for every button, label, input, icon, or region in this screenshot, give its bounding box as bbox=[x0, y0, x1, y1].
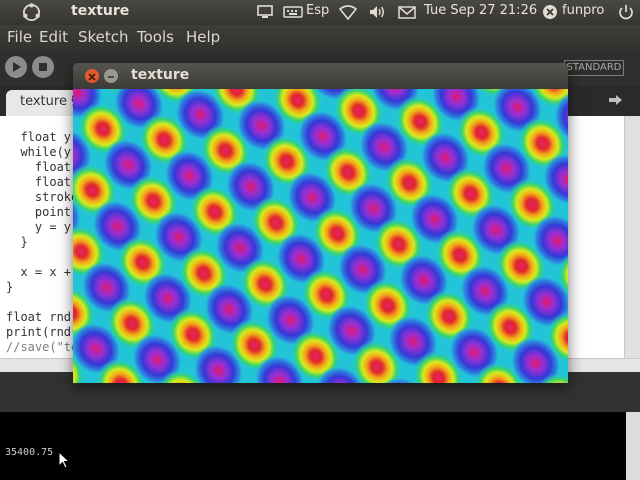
minimize-icon bbox=[108, 76, 114, 78]
ubuntu-logo-icon[interactable] bbox=[22, 3, 41, 22]
menu-bar: File Edit Sketch Tools Help bbox=[0, 25, 640, 50]
sketch-canvas[interactable] bbox=[73, 89, 568, 383]
tab-menu-arrow-icon[interactable] bbox=[606, 93, 624, 107]
keyboard-layout-indicator[interactable]: Esp bbox=[306, 3, 329, 18]
wifi-icon[interactable] bbox=[339, 4, 357, 20]
code-line: y = y bbox=[6, 220, 72, 234]
minimize-button[interactable] bbox=[104, 69, 118, 83]
user-name[interactable]: funpro bbox=[562, 3, 604, 18]
top-panel: texture Esp Tue Sep 27 21:26 funpro bbox=[0, 0, 640, 25]
sketch-window-titlebar[interactable]: texture bbox=[73, 63, 568, 89]
console[interactable] bbox=[0, 412, 626, 480]
close-icon bbox=[88, 73, 96, 81]
menu-edit[interactable]: Edit bbox=[39, 28, 68, 46]
mode-selector[interactable]: STANDARD bbox=[564, 60, 624, 76]
stop-icon bbox=[39, 63, 47, 71]
sketch-window-title: texture bbox=[131, 67, 190, 83]
editor-vertical-scrollbar[interactable] bbox=[624, 116, 640, 358]
stop-button[interactable] bbox=[32, 56, 54, 78]
code-line: print(rnd) bbox=[6, 325, 79, 339]
code-line: float rnd bbox=[6, 310, 72, 324]
code-line: //save("te bbox=[6, 340, 79, 354]
code-line: float bbox=[6, 175, 72, 189]
code-line: while(y bbox=[6, 145, 72, 159]
desktop: texture Esp Tue Sep 27 21:26 funpro File… bbox=[0, 0, 640, 480]
code-line: point( bbox=[6, 205, 79, 219]
clock[interactable]: Tue Sep 27 21:26 bbox=[424, 3, 537, 18]
keyboard-icon[interactable] bbox=[283, 4, 303, 20]
power-icon[interactable] bbox=[617, 4, 635, 20]
active-app-title: texture bbox=[71, 3, 130, 19]
menu-tools[interactable]: Tools bbox=[137, 28, 174, 46]
menu-sketch[interactable]: Sketch bbox=[78, 28, 129, 46]
display-icon[interactable] bbox=[256, 4, 274, 20]
code-line: } bbox=[6, 235, 28, 249]
code-line: x = x + bbox=[6, 265, 72, 279]
tab-texture[interactable]: texture § bbox=[6, 90, 78, 116]
texture-pattern bbox=[73, 89, 568, 383]
console-output: 35400.75 bbox=[5, 447, 54, 458]
code-line: float y bbox=[6, 130, 72, 144]
mail-icon[interactable] bbox=[398, 4, 416, 20]
play-icon bbox=[13, 62, 21, 72]
sketch-window[interactable]: texture bbox=[73, 63, 568, 383]
volume-icon[interactable] bbox=[368, 4, 386, 20]
code-line: float bbox=[6, 160, 72, 174]
run-button[interactable] bbox=[5, 56, 27, 78]
user-close-icon[interactable] bbox=[541, 4, 559, 20]
mouse-pointer-icon bbox=[58, 451, 70, 469]
console-scrollbar[interactable] bbox=[626, 412, 640, 480]
menu-file[interactable]: File bbox=[7, 28, 32, 46]
menu-help[interactable]: Help bbox=[186, 28, 220, 46]
code-line: } bbox=[6, 280, 14, 294]
close-button[interactable] bbox=[85, 69, 99, 83]
code-line: stroke bbox=[6, 190, 79, 204]
